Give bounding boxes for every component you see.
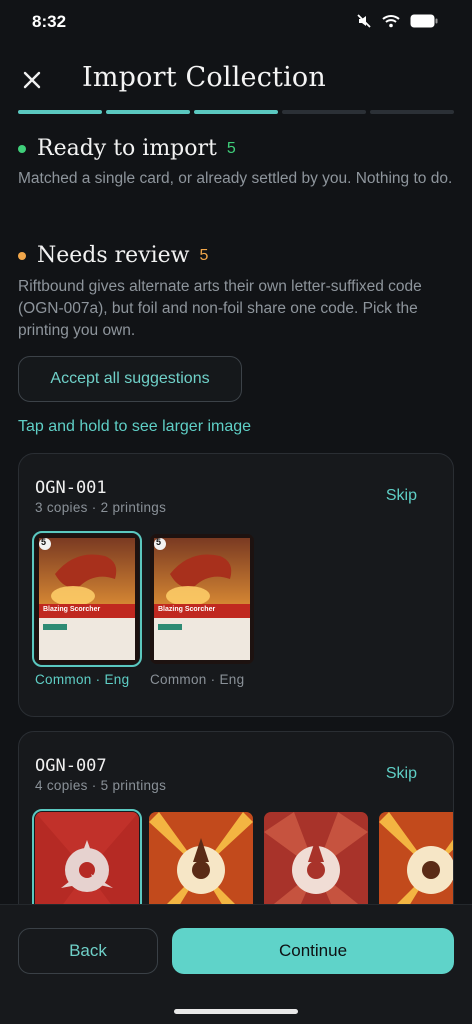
review-section-header: Needs review 5 [18, 243, 208, 268]
footer-bar: Back Continue [0, 904, 472, 1024]
progress-step [370, 110, 454, 114]
header: Import Collection [0, 58, 472, 102]
status-icons [356, 13, 438, 29]
card-meta: 3 copies · 2 printings [35, 500, 167, 515]
skip-button[interactable]: Skip [386, 765, 417, 783]
progress-step [106, 110, 190, 114]
close-button[interactable] [18, 66, 46, 94]
skip-button[interactable]: Skip [386, 487, 417, 505]
progress-step [282, 110, 366, 114]
card-name: Blazing Scorcher [43, 606, 101, 613]
step-progress [18, 110, 454, 114]
review-status-dot [18, 251, 26, 260]
card-code: OGN-007 [35, 756, 107, 776]
review-count: 5 [199, 246, 209, 264]
printing-label: Common · Eng [150, 672, 245, 687]
review-description: Riftbound gives alternate arts their own… [18, 278, 422, 339]
card-image: 5 Blazing Scorcher [32, 531, 142, 667]
card-cost: 5 [156, 537, 162, 547]
ready-section-title: Ready to import [37, 136, 217, 161]
ready-section-header: Ready to import 5 [18, 136, 236, 161]
ready-description: Matched a single card, or already settle… [18, 170, 453, 187]
card-group: OGN-001 3 copies · 2 printings Skip 5 Bl… [18, 453, 454, 717]
card-meta: 4 copies · 5 printings [35, 778, 167, 793]
continue-button[interactable]: Continue [172, 928, 454, 974]
card-name: Blazing Scorcher [158, 606, 216, 613]
page-title: Import Collection [82, 62, 326, 93]
printing-label: Common · Eng [35, 672, 130, 687]
back-button[interactable]: Back [18, 928, 158, 974]
ready-count: 5 [226, 139, 236, 157]
home-indicator [174, 1009, 298, 1014]
mute-icon [356, 13, 372, 29]
ready-status-dot [18, 144, 26, 153]
hint-text: Tap and hold to see larger image [18, 418, 252, 435]
close-icon [23, 71, 41, 89]
accept-all-button[interactable]: Accept all suggestions [18, 356, 242, 402]
battery-icon [410, 14, 438, 28]
printing-option[interactable]: 5 Blazing Scorcher Common · Eng [32, 531, 142, 687]
wifi-icon [382, 14, 400, 28]
status-time: 8:32 [32, 12, 67, 31]
card-image: 5 Blazing Scorcher [150, 534, 254, 664]
progress-step [18, 110, 102, 114]
progress-step [194, 110, 278, 114]
review-section-title: Needs review [37, 243, 190, 268]
card-cost: 5 [41, 537, 47, 547]
printing-option[interactable]: 5 Blazing Scorcher Common · Eng [150, 534, 254, 687]
card-code: OGN-001 [35, 478, 107, 498]
status-bar: 8:32 [0, 0, 472, 46]
